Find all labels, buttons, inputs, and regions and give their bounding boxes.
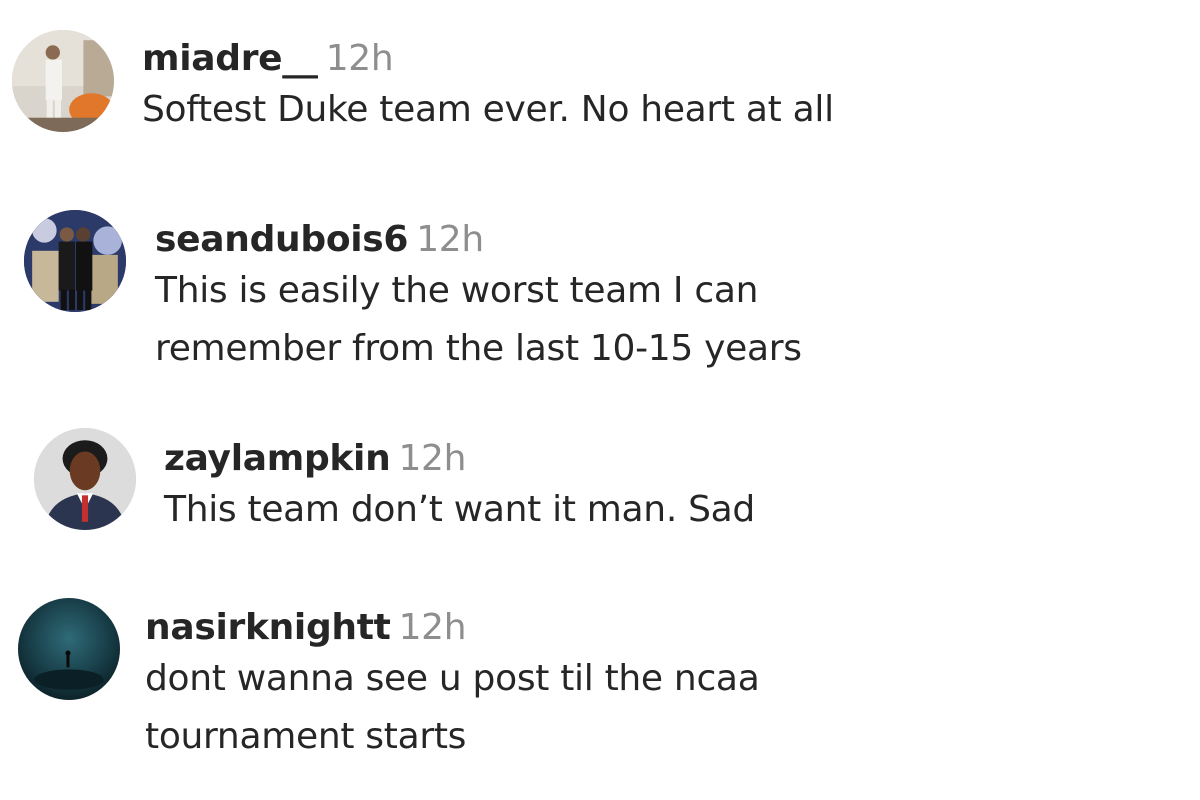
comment-text: Softest Duke team ever. No heart at all — [142, 89, 834, 130]
comment-header: nasirknightt 12h — [145, 606, 865, 650]
avatar[interactable] — [34, 428, 136, 530]
timestamp[interactable]: 12h — [398, 438, 466, 479]
comment-text: This team don’t want it man. Sad — [164, 489, 755, 530]
username-link[interactable]: miadre__ — [142, 38, 318, 79]
avatar[interactable] — [24, 210, 126, 312]
username-link[interactable]: nasirknightt — [145, 607, 391, 648]
avatar[interactable] — [12, 30, 114, 132]
comment-header: miadre__ 12h — [142, 37, 862, 81]
username-link[interactable]: zaylampkin — [164, 438, 391, 479]
timestamp[interactable]: 12h — [326, 38, 394, 79]
comment-content: seandubois6 12h This is easily the worst … — [155, 218, 915, 378]
timestamp[interactable]: 12h — [416, 219, 484, 260]
profile-photo-icon — [18, 598, 120, 700]
comment-header: zaylampkin 12h — [164, 437, 924, 481]
timestamp[interactable]: 12h — [399, 607, 467, 648]
profile-photo-icon — [34, 428, 136, 530]
avatar[interactable] — [18, 598, 120, 700]
comment-text: This is easily the worst team I can reme… — [155, 270, 802, 369]
comment-content: miadre__ 12h Softest Duke team ever. No h… — [142, 37, 862, 139]
comment-text: dont wanna see u post til the ncaa tourn… — [145, 658, 760, 757]
comment-header: seandubois6 12h — [155, 218, 915, 262]
profile-photo-icon — [24, 210, 126, 312]
comment-content: nasirknightt 12h dont wanna see u post ti… — [145, 606, 865, 766]
username-link[interactable]: seandubois6 — [155, 219, 408, 260]
profile-photo-icon — [12, 30, 114, 132]
comment-content: zaylampkin 12h This team don’t want it ma… — [164, 437, 924, 539]
